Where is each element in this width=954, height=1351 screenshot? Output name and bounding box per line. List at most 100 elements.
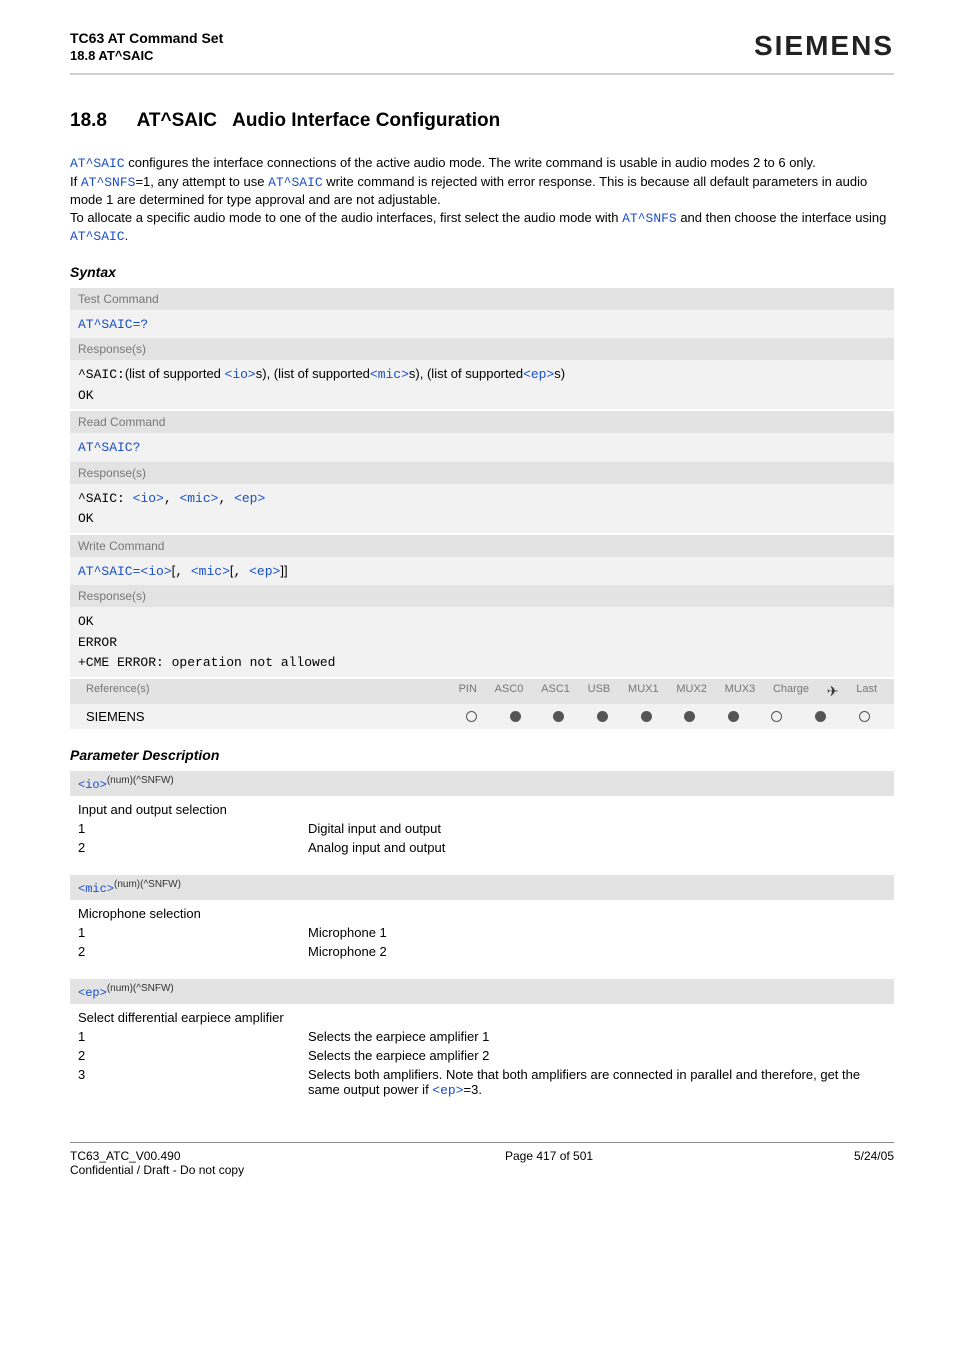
cmd-link[interactable]: AT^SAIC: [70, 156, 125, 171]
param-sup: (num)(^SNFW): [107, 983, 174, 994]
read-command-text: AT^SAIC?: [78, 440, 140, 455]
param-row: 2 Analog input and output: [78, 840, 886, 855]
test-response: ^SAIC:(list of supported <io>s), (list o…: [70, 360, 894, 409]
col-pin: PIN: [459, 683, 477, 700]
footer-date: 5/24/05: [854, 1149, 894, 1177]
resp-text: (list of supported: [125, 366, 225, 381]
comma: ,: [218, 491, 234, 506]
param-desc: Microphone selection: [78, 906, 886, 921]
param-io[interactable]: <io>: [225, 367, 256, 382]
read-response: ^SAIC: <io>, <mic>, <ep> OK: [70, 484, 894, 533]
reference-columns: PIN ASC0 ASC1 USB MUX1 MUX2 MUX3 Charge …: [450, 683, 886, 700]
param-sup: (num)(^SNFW): [107, 775, 174, 786]
param-val: Selects the earpiece amplifier 1: [308, 1029, 886, 1044]
reference-dots: [450, 711, 886, 722]
parameter-heading: Parameter Description: [70, 747, 894, 763]
param-key: 2: [78, 944, 308, 959]
footer-left: TC63_ATC_V00.490 Confidential / Draft - …: [70, 1149, 244, 1177]
param-io-header: <io>(num)(^SNFW): [70, 771, 894, 796]
cmd-link[interactable]: AT^SNFS: [622, 211, 677, 226]
write-prefix: AT^SAIC=: [78, 564, 140, 579]
syntax-block: Test Command AT^SAIC=? Response(s) ^SAIC…: [70, 288, 894, 729]
param-val: Selects both amplifiers. Note that both …: [308, 1067, 886, 1098]
param-desc: Input and output selection: [78, 802, 886, 817]
footer-version: TC63_ATC_V00.490: [70, 1149, 244, 1163]
section-title-text: Audio Interface Configuration: [232, 110, 500, 131]
footer-confidential: Confidential / Draft - Do not copy: [70, 1163, 244, 1177]
param-ep-block: <ep>(num)(^SNFW) Select differential ear…: [70, 979, 894, 1112]
doc-section: 18.8 AT^SAIC: [70, 48, 223, 63]
dot-filled-icon: [728, 711, 739, 722]
param-ep[interactable]: <ep>: [249, 564, 280, 579]
param-mic[interactable]: <mic>: [179, 491, 218, 506]
resp-prefix: ^SAIC:: [78, 491, 133, 506]
param-ep-header: <ep>(num)(^SNFW): [70, 979, 894, 1004]
comma: ,: [164, 491, 180, 506]
param-key: 1: [78, 925, 308, 940]
write-response: OK ERROR +CME ERROR: operation not allow…: [70, 607, 894, 677]
error-text: ERROR: [78, 635, 117, 650]
comma: ,: [234, 564, 250, 579]
col-asc1: ASC1: [541, 683, 570, 700]
col-mux2: MUX2: [676, 683, 707, 700]
col-mux3: MUX3: [725, 683, 756, 700]
param-ep[interactable]: <ep>: [234, 491, 265, 506]
param-val: Selects the earpiece amplifier 2: [308, 1048, 886, 1063]
page-footer: TC63_ATC_V00.490 Confidential / Draft - …: [70, 1142, 894, 1177]
param-ep-link[interactable]: <ep>: [432, 1083, 463, 1098]
param-row: 2 Microphone 2: [78, 944, 886, 959]
response-label: Response(s): [70, 585, 894, 607]
col-charge: Charge: [773, 683, 809, 700]
param-row: 2 Selects the earpiece amplifier 2: [78, 1048, 886, 1063]
dot-hollow-icon: [466, 711, 477, 722]
cmd-link[interactable]: AT^SAIC: [268, 175, 323, 190]
response-label: Response(s): [70, 462, 894, 484]
reference-label: Reference(s): [78, 683, 450, 700]
reference-block: Reference(s) PIN ASC0 ASC1 USB MUX1 MUX2…: [70, 677, 894, 729]
param-key: 2: [78, 840, 308, 855]
reference-value: SIEMENS: [78, 709, 450, 724]
intro-text: .: [125, 228, 129, 243]
param-io-block: <io>(num)(^SNFW) Input and output select…: [70, 771, 894, 869]
resp-text: s): [554, 366, 565, 381]
param-mic-header: <mic>(num)(^SNFW): [70, 875, 894, 900]
param-val-text: =3.: [464, 1082, 482, 1097]
intro-text: To allocate a specific audio mode to one…: [70, 210, 622, 225]
param-row: 1 Microphone 1: [78, 925, 886, 940]
param-tag[interactable]: <io>: [78, 778, 107, 792]
param-val: Analog input and output: [308, 840, 886, 855]
test-command-label: Test Command: [70, 288, 894, 310]
param-sup: (num)(^SNFW): [114, 879, 181, 890]
dot-filled-icon: [815, 711, 826, 722]
test-command: AT^SAIC=?: [70, 310, 894, 339]
cmd-link[interactable]: AT^SNFS: [81, 175, 136, 190]
param-io[interactable]: <io>: [140, 564, 171, 579]
ok-text: OK: [78, 511, 94, 526]
param-row: 1 Selects the earpiece amplifier 1: [78, 1029, 886, 1044]
dot-filled-icon: [510, 711, 521, 722]
response-label: Response(s): [70, 338, 894, 360]
brand-logo: SIEMENS: [754, 30, 894, 62]
ok-text: OK: [78, 614, 94, 629]
param-tag[interactable]: <mic>: [78, 882, 114, 896]
param-mic-block: <mic>(num)(^SNFW) Microphone selection 1…: [70, 875, 894, 973]
intro-text: configures the interface connections of …: [125, 155, 816, 170]
param-ep[interactable]: <ep>: [523, 367, 554, 382]
param-mic[interactable]: <mic>: [370, 367, 409, 382]
section-cmd: AT^SAIC: [137, 110, 217, 131]
param-key: 3: [78, 1067, 308, 1098]
cmd-link[interactable]: AT^SAIC: [70, 229, 125, 244]
intro-text: and then choose the interface using: [677, 210, 887, 225]
param-mic[interactable]: <mic>: [191, 564, 230, 579]
param-val: Digital input and output: [308, 821, 886, 836]
param-val-text: Selects both amplifiers. Note that both …: [308, 1067, 860, 1097]
param-key: 2: [78, 1048, 308, 1063]
param-val: Microphone 1: [308, 925, 886, 940]
resp-prefix: ^SAIC:: [78, 367, 125, 382]
section-heading: 18.8 AT^SAIC Audio Interface Configurati…: [70, 110, 894, 132]
ok-text: OK: [78, 388, 94, 403]
param-key: 1: [78, 821, 308, 836]
param-io[interactable]: <io>: [133, 491, 164, 506]
param-desc: Select differential earpiece amplifier: [78, 1010, 886, 1025]
param-tag[interactable]: <ep>: [78, 986, 107, 1000]
